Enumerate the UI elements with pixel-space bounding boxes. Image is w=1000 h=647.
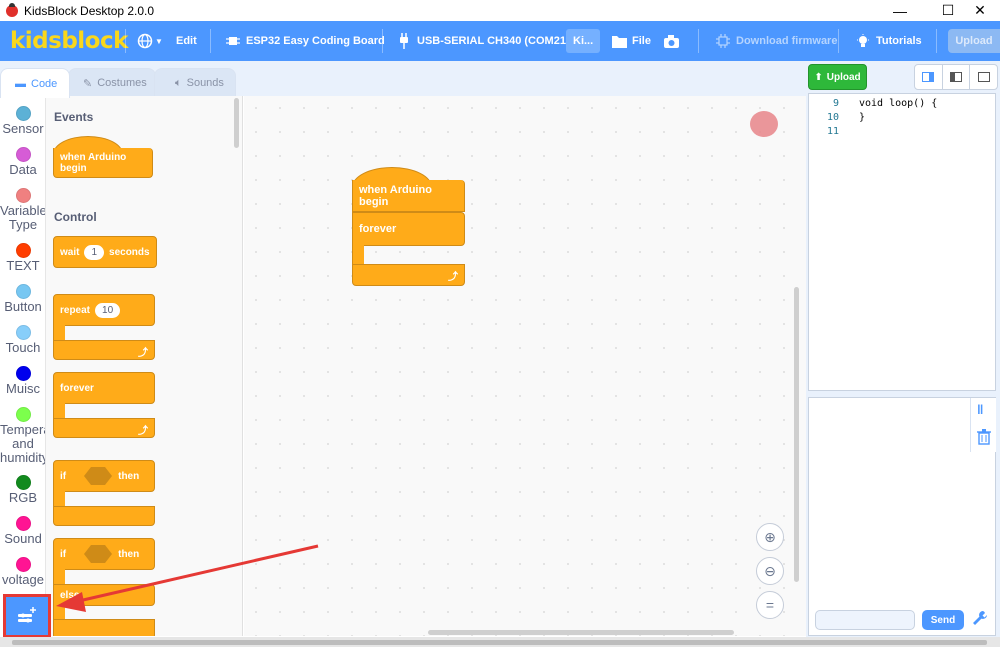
line-number: 9: [832, 98, 839, 109]
serial-monitor: [808, 397, 996, 636]
layout-toggle-group: [914, 64, 998, 90]
code-line: 9 void loop() {: [809, 98, 937, 112]
line-text: void loop() {: [859, 98, 938, 109]
code-line: 10 }: [809, 112, 865, 126]
serial-toolbar: ‖: [970, 398, 996, 452]
send-button[interactable]: Send: [922, 610, 964, 630]
upload-icon: ⬆: [814, 71, 823, 83]
line-text: }: [859, 112, 866, 123]
tab-code[interactable]: ▬ Code: [0, 68, 70, 98]
layout-full-icon: [977, 72, 990, 82]
upload-label: Upload: [826, 71, 861, 83]
window-horizontal-scrollbar[interactable]: [12, 640, 987, 645]
layout-split-button[interactable]: [915, 65, 943, 89]
layout-stacked-button[interactable]: [943, 65, 971, 89]
pause-button[interactable]: ‖: [977, 402, 983, 417]
serial-send-input[interactable]: [815, 610, 915, 630]
line-number: 10: [826, 112, 839, 123]
layout-stacked-icon: [950, 72, 962, 82]
code-line: 11: [809, 126, 859, 140]
code-blocks-icon: ▬: [15, 77, 26, 90]
tab-code-label: Code: [31, 77, 58, 90]
line-number: 11: [826, 126, 839, 137]
trash-icon[interactable]: [977, 429, 991, 445]
wrench-icon[interactable]: [972, 610, 988, 626]
layout-split-icon: [922, 72, 935, 82]
upload-button[interactable]: ⬆ Upload: [808, 64, 867, 90]
layout-full-button[interactable]: [970, 65, 997, 89]
code-editor[interactable]: 9 void loop() { 10 } 11: [808, 93, 996, 391]
